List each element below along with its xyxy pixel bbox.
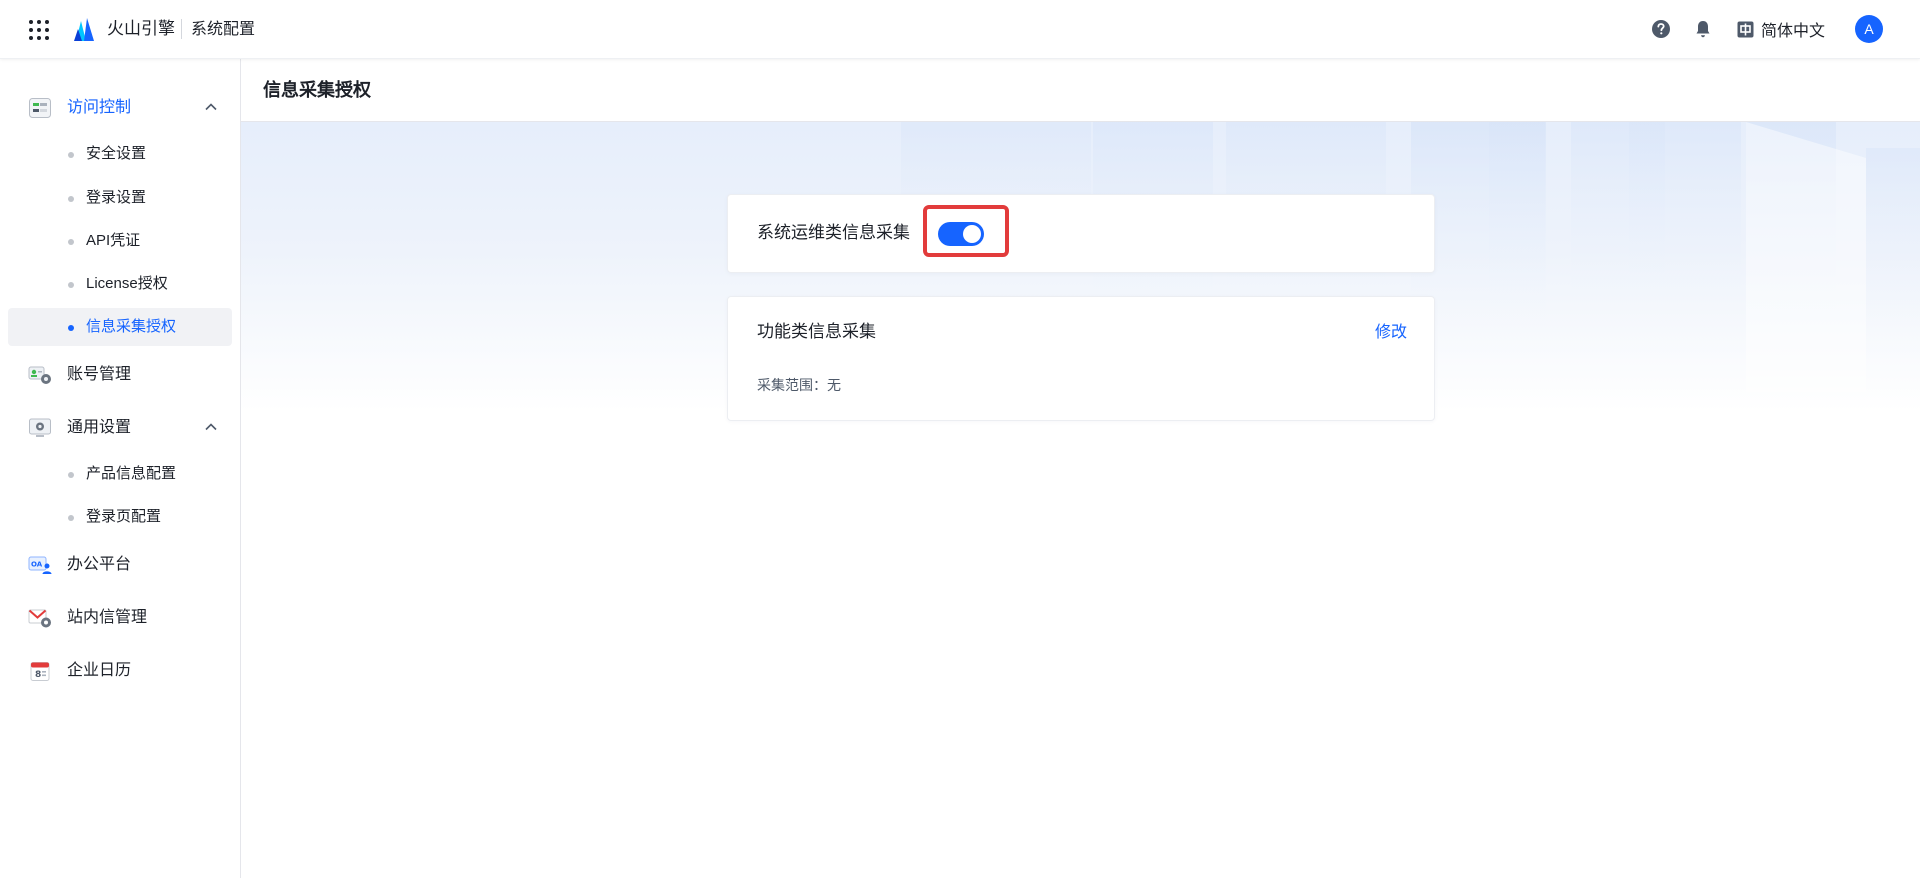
- sidebar-subitem-api-credentials[interactable]: API凭证: [8, 222, 232, 260]
- sidebar-item-label: 账号管理: [67, 366, 132, 383]
- access-control-icon: [29, 98, 51, 118]
- sidebar-item-label: 企业日历: [67, 662, 132, 679]
- language-switcher[interactable]: 简体中文: [1737, 17, 1825, 41]
- bullet-dot: [68, 282, 74, 288]
- chevron-up-icon[interactable]: [204, 100, 218, 114]
- page-title-bar: 信息采集授权: [241, 58, 1920, 122]
- svg-text:OA: OA: [31, 561, 43, 569]
- sidebar-subitem-label: 信息采集授权: [86, 318, 177, 335]
- sidebar-subitem-label: 产品信息配置: [86, 465, 177, 482]
- bullet-dot: [68, 515, 74, 521]
- function-info-collection-card: 功能类信息采集 修改 采集范围：无: [727, 296, 1435, 421]
- bullet-dot: [68, 472, 74, 478]
- calendar-icon: 8: [30, 662, 50, 681]
- sidebar-item-office-platform[interactable]: OA 办公平台: [8, 545, 232, 585]
- sidebar-subitem-license[interactable]: License授权: [8, 265, 232, 303]
- svg-text:8: 8: [35, 670, 41, 680]
- language-icon: [1737, 21, 1754, 37]
- sidebar-subitem-label: API凭证: [86, 232, 141, 249]
- sidebar-subitem-info-collection[interactable]: 信息采集授权: [8, 308, 232, 346]
- function-info-collection-title: 功能类信息采集: [757, 322, 876, 341]
- edit-link[interactable]: 修改: [1375, 322, 1407, 344]
- sidebar: 访问控制 安全设置 登录设置 API凭证 License授权 信息采集授权 账号…: [0, 58, 241, 878]
- collection-scope-text: 采集范围：无: [757, 377, 841, 393]
- sidebar-item-label: 办公平台: [67, 556, 132, 573]
- bullet-dot: [68, 196, 74, 202]
- language-label: 简体中文: [1761, 23, 1826, 40]
- sidebar-item-account-management[interactable]: 账号管理: [8, 355, 232, 395]
- mail-management-icon: [28, 609, 51, 628]
- sidebar-subitem-security[interactable]: 安全设置: [8, 135, 232, 173]
- sidebar-item-access-control[interactable]: 访问控制: [8, 88, 232, 128]
- ops-info-collection-card: 系统运维类信息采集: [727, 194, 1435, 273]
- sidebar-subitem-label: License授权: [86, 275, 168, 292]
- sidebar-subitem-login[interactable]: 登录设置: [8, 179, 232, 217]
- sidebar-item-mail-management[interactable]: 站内信管理: [8, 598, 232, 638]
- sidebar-item-label: 通用设置: [67, 419, 132, 436]
- account-management-icon: [28, 366, 51, 384]
- bullet-dot: [68, 325, 74, 331]
- user-avatar[interactable]: A: [1855, 15, 1883, 43]
- main-content: 信息采集授权 系统运维类信息采集 功能类信息采集 修改 采集范围：无: [241, 58, 1920, 878]
- top-header: 火山引擎 系统配置 简体中文 A: [0, 0, 1920, 59]
- help-icon[interactable]: [1650, 18, 1672, 40]
- bell-icon[interactable]: [1692, 18, 1714, 40]
- general-settings-icon: [29, 418, 51, 437]
- page-name: 系统配置: [191, 21, 256, 38]
- volcano-logo-icon: [74, 18, 94, 41]
- bullet-dot: [68, 239, 74, 245]
- sidebar-item-general-settings[interactable]: 通用设置: [8, 408, 232, 448]
- chevron-up-icon[interactable]: [204, 420, 218, 434]
- bullet-dot: [68, 152, 74, 158]
- switch-highlight-box: [923, 205, 1009, 257]
- sidebar-item-label: 站内信管理: [67, 609, 148, 626]
- sidebar-subitem-label: 安全设置: [86, 145, 147, 162]
- brand-name: 火山引擎: [107, 19, 175, 38]
- brand-divider: [181, 19, 182, 39]
- sidebar-subitem-product-info[interactable]: 产品信息配置: [8, 455, 232, 493]
- page-title: 信息采集授权: [263, 80, 371, 100]
- ops-info-collection-title: 系统运维类信息采集: [757, 223, 910, 242]
- sidebar-item-label: 访问控制: [67, 99, 132, 116]
- office-platform-icon: OA: [28, 556, 52, 574]
- sidebar-subitem-label: 登录设置: [86, 189, 147, 206]
- apps-grid-icon[interactable]: [28, 19, 50, 41]
- sidebar-subitem-label: 登录页配置: [86, 508, 162, 525]
- sidebar-item-enterprise-calendar[interactable]: 8 企业日历: [8, 651, 232, 691]
- sidebar-subitem-login-page[interactable]: 登录页配置: [8, 498, 232, 536]
